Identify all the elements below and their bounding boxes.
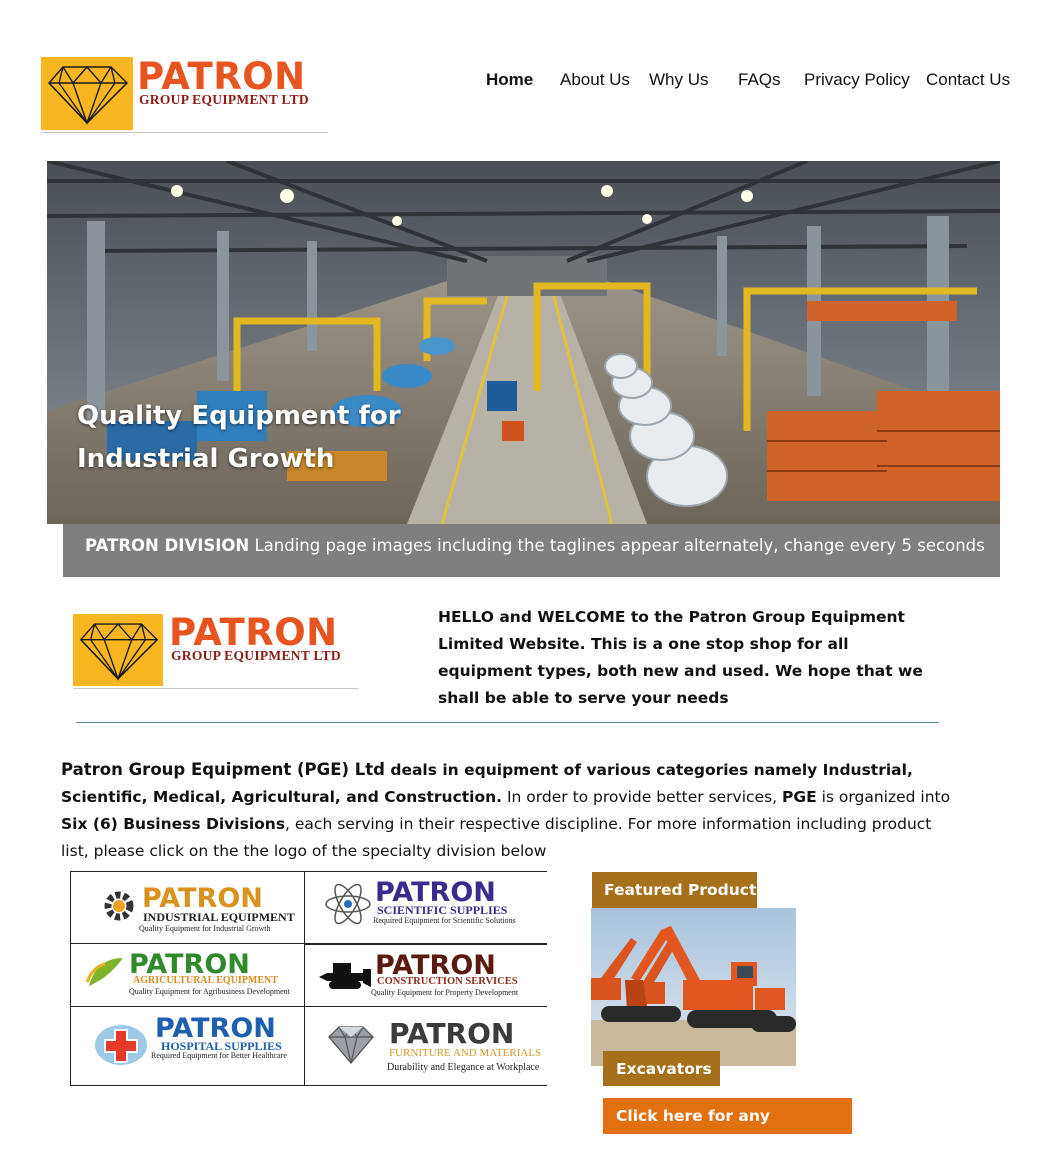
division-tagline: Required Equipment for Better Healthcare — [151, 1051, 287, 1060]
brand-subtitle: GROUP EQUIPMENT LTD — [171, 648, 341, 663]
nav-about-us[interactable]: About Us — [560, 70, 630, 90]
hero-tagline-line1: Quality Equipment for — [77, 401, 401, 431]
hero-banner: Quality Equipment for Industrial Growth — [47, 161, 1000, 524]
hero-tagline-line2: Industrial Growth — [77, 444, 335, 474]
intro-pge: PGE — [782, 788, 817, 806]
divisions-grid: PATRON INDUSTRIAL EQUIPMENT Quality Equi… — [70, 871, 547, 1086]
hero-caption-text: Landing page images including the taglin… — [249, 536, 985, 555]
welcome-text: HELLO and WELCOME to the Patron Group Eq… — [438, 608, 923, 707]
diamond-logo-icon — [73, 614, 163, 686]
main-nav: Home About Us Why Us FAQs Privacy Policy… — [0, 70, 1051, 94]
division-tagline: Quality Equipment for Industrial Growth — [139, 924, 271, 933]
diamond-icon — [328, 1025, 374, 1065]
featured-product-label: Featured Product — [592, 872, 757, 908]
featured-product-name: Excavators — [603, 1051, 720, 1086]
division-construction[interactable]: PATRON CONSTRUCTION SERVICES Quality Equ… — [305, 944, 547, 1007]
header-logo[interactable]: PATRON GROUP EQUIPMENT LTD — [41, 55, 328, 134]
division-subtitle: AGRICULTURAL EQUIPMENT — [133, 975, 278, 986]
intro-text-2: is organized into — [816, 788, 951, 806]
division-industrial[interactable]: PATRON INDUSTRIAL EQUIPMENT Quality Equi… — [71, 872, 305, 944]
intro-text-1: In order to provide better services, — [502, 788, 783, 806]
nav-privacy-policy[interactable]: Privacy Policy — [804, 70, 910, 90]
logo-underline — [41, 132, 328, 133]
hero-caption: PATRON DIVISION Landing page images incl… — [63, 524, 1000, 577]
featured-product-image[interactable] — [591, 908, 796, 1066]
gear-icon — [104, 891, 134, 921]
division-tagline: Quality Equipment for Property Developme… — [371, 988, 519, 997]
enquiry-button[interactable]: Click here for any enquiries — [603, 1098, 852, 1158]
nav-home[interactable]: Home — [486, 70, 533, 90]
logo-underline — [73, 688, 358, 689]
division-subtitle: INDUSTRIAL EQUIPMENT — [143, 910, 295, 924]
atom-icon — [325, 884, 371, 924]
brand-subtitle: GROUP EQUIPMENT LTD — [139, 92, 309, 107]
intro-company-name: Patron Group Equipment (PGE) Ltd — [61, 760, 385, 779]
division-scientific[interactable]: PATRON SCIENTIFIC SUPPLIES Required Equi… — [305, 872, 547, 944]
leaf-icon — [85, 958, 123, 986]
nav-faqs[interactable]: FAQs — [738, 70, 781, 90]
hero-caption-bold: PATRON DIVISION — [85, 536, 250, 555]
division-tagline: Quality Equipment for Agribusiness Devel… — [129, 987, 290, 996]
nav-contact-us[interactable]: Contact Us — [926, 70, 1010, 90]
division-subtitle: FURNITURE AND MATERIALS — [389, 1047, 542, 1059]
intro-six-divisions: Six (6) Business Divisions — [61, 815, 286, 833]
nav-why-us[interactable]: Why Us — [649, 70, 709, 90]
division-agricultural[interactable]: PATRON AGRICULTURAL EQUIPMENT Quality Eq… — [71, 944, 305, 1007]
division-tagline: Durability and Elegance at Workplace — [387, 1062, 540, 1073]
welcome-logo[interactable]: PATRON GROUP EQUIPMENT LTD — [73, 611, 358, 691]
medical-cross-icon — [95, 1025, 147, 1065]
hero-tagline: Quality Equipment for Industrial Growth — [77, 395, 437, 481]
excavator-image — [591, 908, 796, 1066]
division-tagline: Required Equipment for Scientific Soluti… — [373, 916, 516, 925]
division-subtitle: CONSTRUCTION SERVICES — [377, 976, 518, 987]
intro-paragraph: Patron Group Equipment (PGE) Ltd deals i… — [61, 756, 961, 865]
division-hospital[interactable]: PATRON HOSPITAL SUPPLIES Required Equipm… — [71, 1007, 305, 1085]
bulldozer-icon — [319, 963, 371, 989]
section-divider — [76, 722, 939, 723]
division-brand: PATRON — [389, 1017, 515, 1050]
division-furniture[interactable]: PATRON FURNITURE AND MATERIALS Durabilit… — [305, 1007, 547, 1085]
